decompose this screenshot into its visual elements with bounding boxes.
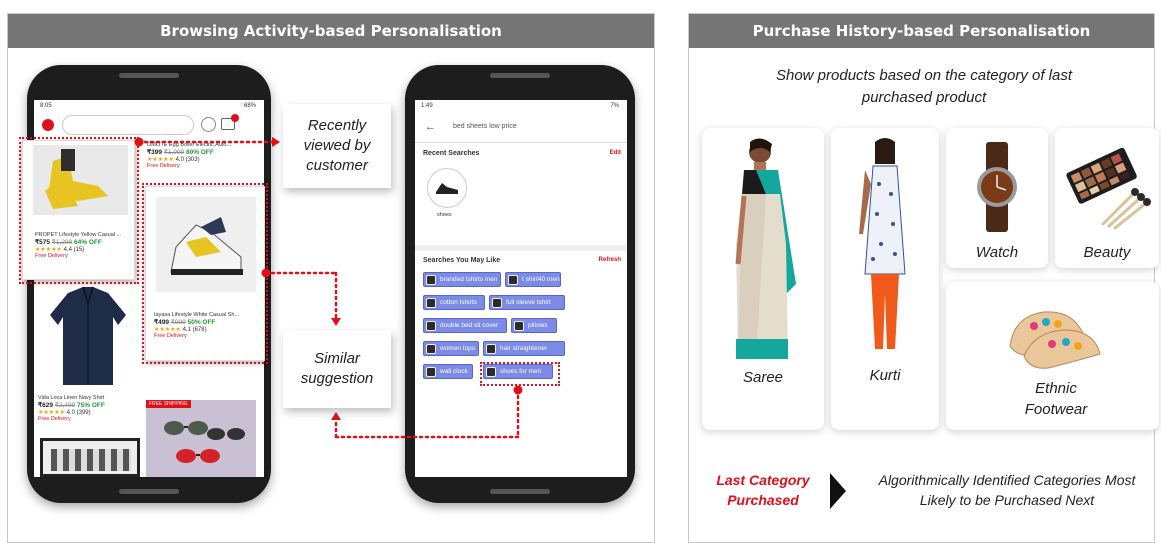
category-card-watch[interactable]: Watch: [946, 128, 1048, 268]
kurti-image: [859, 138, 906, 349]
beauty-palette-image: [1066, 147, 1151, 230]
category-card-kurti[interactable]: Kurti: [831, 128, 939, 430]
category-label-ethnic-footwear: Ethnic Footwear: [1024, 380, 1088, 418]
category-label-watch: Watch: [975, 244, 1019, 261]
purchase-panel-subtitle: Show products based on the category of l…: [775, 67, 1072, 106]
category-label-beauty: Beauty: [1083, 244, 1131, 261]
ethnic-footwear-image: [1009, 311, 1101, 369]
category-label-kurti: Kurti: [869, 367, 901, 384]
legend-next-categories: Algorithmically Identified Categories Mo…: [878, 472, 1136, 509]
category-card-saree[interactable]: Saree: [702, 128, 824, 430]
legend-arrow-icon: [830, 473, 846, 509]
legend-last-category: Last Category Purchased: [716, 472, 810, 509]
purchase-panel-title: Purchase History-based Personalisation: [689, 14, 1154, 48]
category-card-ethnic-footwear[interactable]: Ethnic Footwear: [946, 282, 1159, 430]
watch-image: [977, 142, 1017, 232]
category-label-saree: Saree: [742, 369, 784, 386]
category-card-beauty[interactable]: Beauty: [1055, 128, 1159, 268]
saree-image: [735, 138, 796, 359]
